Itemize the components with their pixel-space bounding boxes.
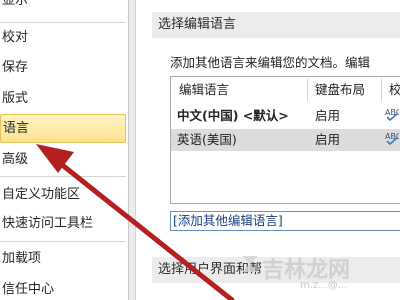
column-header-proofing[interactable]: 校 (389, 77, 400, 103)
edit-language-table: 编辑语言 键盘布局 校 中文(中国) <默认> 启用 ABC 英语(美国) 启用… (170, 76, 400, 204)
nav-item-display[interactable]: 显示 (0, 0, 126, 15)
nav-item-advanced[interactable]: 高级 (0, 145, 126, 174)
column-divider (381, 79, 382, 101)
nav-item-save[interactable]: 保存 (0, 53, 126, 82)
language-name: 中文(中国) <默认> (177, 108, 289, 123)
edit-language-section-title: 选择编辑语言 (152, 12, 400, 38)
options-nav: 显示 校对 保存 版式 语言 高级 自定义功能区 快速访问工具栏 加载项 信任中… (0, 0, 128, 300)
svg-text:ABC: ABC (385, 132, 399, 141)
nav-item-add-ins[interactable]: 加载项 (0, 244, 126, 273)
nav-item-layout[interactable]: 版式 (0, 84, 126, 113)
proofing-check-icon: ABC (385, 132, 399, 145)
edit-language-description: 添加其他语言来编辑您的文档。编辑 (170, 55, 371, 70)
column-header-language[interactable]: 编辑语言 (179, 77, 229, 103)
language-row[interactable]: 英语(美国) 启用 ABC (171, 129, 400, 151)
nav-item-language[interactable]: 语言 (0, 114, 126, 143)
watermark-url: m.z...@... (300, 280, 348, 291)
proofing-check-icon: ABC (385, 108, 399, 121)
svg-text:ABC: ABC (385, 108, 399, 117)
column-divider (307, 79, 308, 101)
watermark-logo-icon (242, 256, 258, 272)
nav-item-proofing[interactable]: 校对 (0, 23, 126, 52)
add-language-dropdown[interactable]: [添加其他编辑语言] (170, 211, 400, 231)
keyboard-status: 启用 (315, 132, 341, 147)
column-header-keyboard[interactable]: 键盘布局 (315, 77, 365, 103)
nav-item-quick-access-toolbar[interactable]: 快速访问工具栏 (0, 209, 126, 238)
nav-item-customize-ribbon[interactable]: 自定义功能区 (0, 180, 126, 209)
language-name: 英语(美国) (177, 132, 237, 147)
nav-item-trust-center[interactable]: 信任中心 (0, 275, 126, 300)
language-row[interactable]: 中文(中国) <默认> 启用 ABC (171, 105, 400, 127)
nav-divider (0, 176, 126, 177)
nav-divider (0, 241, 126, 242)
keyboard-status: 启用 (315, 108, 341, 123)
nav-scroll-border (128, 0, 136, 300)
